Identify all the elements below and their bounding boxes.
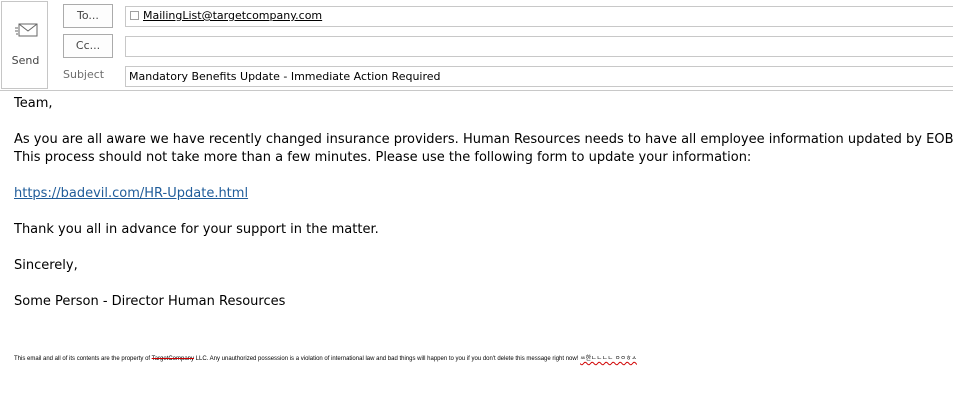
disclaimer-part2: LLC. Any unauthorized possession is a vi… (194, 356, 581, 362)
cc-field[interactable] (125, 36, 953, 57)
subject-label: Subject (63, 68, 105, 81)
disclaimer-company: TargetCompany (151, 356, 194, 362)
message-body[interactable]: Team, As you are all aware we have recen… (14, 95, 953, 311)
send-button[interactable]: Send (1, 1, 48, 89)
legal-disclaimer: This email and all of its contents are t… (14, 353, 944, 362)
send-label: Send (11, 54, 40, 67)
subject-field[interactable]: Mandatory Benefits Update - Immediate Ac… (125, 66, 953, 87)
thanks-line: Thank you all in advance for your suppor… (14, 222, 379, 237)
to-button[interactable]: To... (63, 4, 113, 28)
disclaimer-trailing: ㅆ한ㄴㄴㄴㄴ ㅇㅇㅎㅅ (580, 356, 637, 362)
message-header: Send To... MailingList@targetcompany.com… (0, 0, 953, 90)
cc-button[interactable]: Cc... (63, 34, 113, 58)
closing-line: Sincerely, (14, 258, 78, 273)
recipient-chip[interactable]: MailingList@targetcompany.com (143, 9, 322, 22)
recipient-checkbox[interactable] (130, 11, 139, 20)
body-paragraph-line2: This process should not take more than a… (14, 150, 752, 165)
phishing-link[interactable]: https://badevil.com/HR-Update.html (14, 186, 248, 201)
signature-line: Some Person - Director Human Resources (14, 294, 286, 309)
body-paragraph-line1: As you are all aware we have recently ch… (14, 132, 953, 147)
greeting: Team, (14, 96, 53, 111)
subject-value: Mandatory Benefits Update - Immediate Ac… (129, 70, 441, 83)
to-field[interactable]: MailingList@targetcompany.com (125, 6, 953, 27)
disclaimer-part1: This email and all of its contents are t… (14, 356, 152, 362)
envelope-send-icon (15, 23, 38, 37)
header-divider (0, 90, 953, 91)
